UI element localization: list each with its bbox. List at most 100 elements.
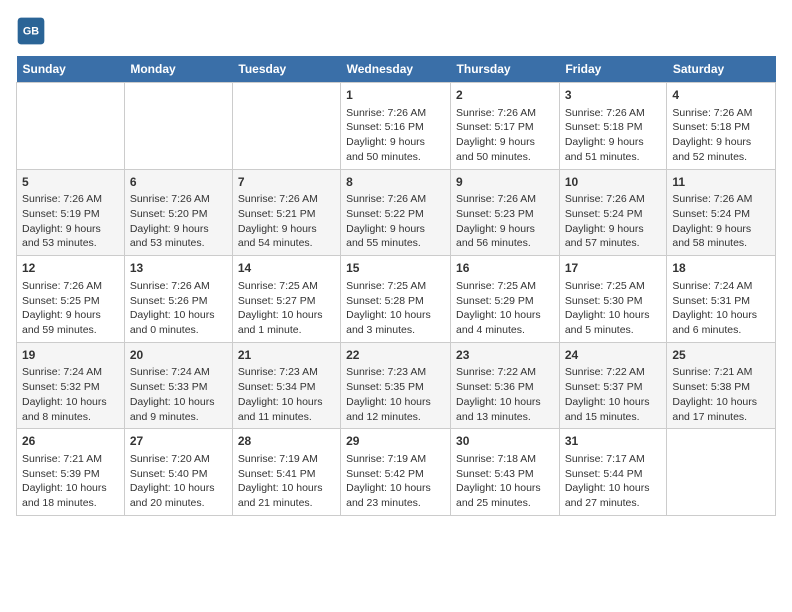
calendar-cell: 28 Sunrise: 7:19 AM Sunset: 5:41 PM Dayli… (232, 429, 340, 516)
day-info: Sunrise: 7:23 AM Sunset: 5:35 PM Dayligh… (346, 365, 445, 424)
day-info: Sunrise: 7:22 AM Sunset: 5:36 PM Dayligh… (456, 365, 554, 424)
weekday-header-friday: Friday (559, 56, 667, 83)
day-info: Sunrise: 7:21 AM Sunset: 5:39 PM Dayligh… (22, 452, 119, 511)
logo-icon: GB (16, 16, 46, 46)
day-info: Sunrise: 7:25 AM Sunset: 5:28 PM Dayligh… (346, 279, 445, 338)
day-number: 16 (456, 260, 554, 277)
calendar-cell: 1 Sunrise: 7:26 AM Sunset: 5:16 PM Daylig… (341, 83, 451, 170)
day-info: Sunrise: 7:26 AM Sunset: 5:17 PM Dayligh… (456, 106, 554, 165)
calendar-cell: 31 Sunrise: 7:17 AM Sunset: 5:44 PM Dayli… (559, 429, 667, 516)
calendar-cell: 23Sunrise: 7:22 AM Sunset: 5:36 PM Dayli… (451, 342, 560, 429)
calendar-cell: 9Sunrise: 7:26 AM Sunset: 5:23 PM Daylig… (451, 169, 560, 256)
day-info: Sunrise: 7:26 AM Sunset: 5:21 PM Dayligh… (238, 192, 335, 251)
day-number: 11 (672, 174, 770, 191)
day-info: Sunrise: 7:25 AM Sunset: 5:29 PM Dayligh… (456, 279, 554, 338)
day-info: Sunrise: 7:26 AM Sunset: 5:24 PM Dayligh… (565, 192, 662, 251)
day-number: 23 (456, 347, 554, 364)
day-number: 31 (565, 433, 662, 450)
day-number: 20 (130, 347, 227, 364)
day-number: 24 (565, 347, 662, 364)
day-number: 7 (238, 174, 335, 191)
day-number: 9 (456, 174, 554, 191)
calendar-cell: 7Sunrise: 7:26 AM Sunset: 5:21 PM Daylig… (232, 169, 340, 256)
calendar-cell: 24Sunrise: 7:22 AM Sunset: 5:37 PM Dayli… (559, 342, 667, 429)
calendar-cell: 4 Sunrise: 7:26 AM Sunset: 5:18 PM Daylig… (667, 83, 776, 170)
calendar-cell: 22Sunrise: 7:23 AM Sunset: 5:35 PM Dayli… (341, 342, 451, 429)
calendar-cell: 13Sunrise: 7:26 AM Sunset: 5:26 PM Dayli… (124, 256, 232, 343)
calendar-cell: 10Sunrise: 7:26 AM Sunset: 5:24 PM Dayli… (559, 169, 667, 256)
day-number: 17 (565, 260, 662, 277)
day-info: Sunrise: 7:24 AM Sunset: 5:31 PM Dayligh… (672, 279, 770, 338)
day-number: 30 (456, 433, 554, 450)
day-info: Sunrise: 7:26 AM Sunset: 5:18 PM Dayligh… (565, 106, 662, 165)
day-info: Sunrise: 7:25 AM Sunset: 5:30 PM Dayligh… (565, 279, 662, 338)
calendar-cell: 11Sunrise: 7:26 AM Sunset: 5:24 PM Dayli… (667, 169, 776, 256)
day-number: 13 (130, 260, 227, 277)
day-number: 8 (346, 174, 445, 191)
calendar-week-5: 26 Sunrise: 7:21 AM Sunset: 5:39 PM Dayli… (17, 429, 776, 516)
calendar-cell: 25Sunrise: 7:21 AM Sunset: 5:38 PM Dayli… (667, 342, 776, 429)
page-header: GB (16, 16, 776, 46)
weekday-header-monday: Monday (124, 56, 232, 83)
day-info: Sunrise: 7:19 AM Sunset: 5:42 PM Dayligh… (346, 452, 445, 511)
svg-text:GB: GB (23, 25, 39, 37)
day-number: 12 (22, 260, 119, 277)
day-number: 29 (346, 433, 445, 450)
day-number: 3 (565, 87, 662, 104)
day-info: Sunrise: 7:26 AM Sunset: 5:23 PM Dayligh… (456, 192, 554, 251)
day-info: Sunrise: 7:26 AM Sunset: 5:18 PM Dayligh… (672, 106, 770, 165)
calendar-table: SundayMondayTuesdayWednesdayThursdayFrid… (16, 56, 776, 516)
day-info: Sunrise: 7:24 AM Sunset: 5:32 PM Dayligh… (22, 365, 119, 424)
logo: GB (16, 16, 50, 46)
day-number: 1 (346, 87, 445, 104)
day-info: Sunrise: 7:22 AM Sunset: 5:37 PM Dayligh… (565, 365, 662, 424)
calendar-cell: 2 Sunrise: 7:26 AM Sunset: 5:17 PM Daylig… (451, 83, 560, 170)
day-info: Sunrise: 7:17 AM Sunset: 5:44 PM Dayligh… (565, 452, 662, 511)
day-number: 21 (238, 347, 335, 364)
day-number: 25 (672, 347, 770, 364)
day-info: Sunrise: 7:26 AM Sunset: 5:16 PM Dayligh… (346, 106, 445, 165)
calendar-cell: 14Sunrise: 7:25 AM Sunset: 5:27 PM Dayli… (232, 256, 340, 343)
day-info: Sunrise: 7:24 AM Sunset: 5:33 PM Dayligh… (130, 365, 227, 424)
calendar-cell (124, 83, 232, 170)
weekday-header-thursday: Thursday (451, 56, 560, 83)
calendar-cell (17, 83, 125, 170)
day-number: 2 (456, 87, 554, 104)
calendar-cell: 21Sunrise: 7:23 AM Sunset: 5:34 PM Dayli… (232, 342, 340, 429)
day-info: Sunrise: 7:26 AM Sunset: 5:25 PM Dayligh… (22, 279, 119, 338)
day-info: Sunrise: 7:26 AM Sunset: 5:20 PM Dayligh… (130, 192, 227, 251)
day-info: Sunrise: 7:26 AM Sunset: 5:19 PM Dayligh… (22, 192, 119, 251)
calendar-week-2: 5Sunrise: 7:26 AM Sunset: 5:19 PM Daylig… (17, 169, 776, 256)
calendar-cell (667, 429, 776, 516)
calendar-cell: 26 Sunrise: 7:21 AM Sunset: 5:39 PM Dayli… (17, 429, 125, 516)
calendar-cell: 15Sunrise: 7:25 AM Sunset: 5:28 PM Dayli… (341, 256, 451, 343)
weekday-header-tuesday: Tuesday (232, 56, 340, 83)
day-number: 14 (238, 260, 335, 277)
calendar-cell: 8Sunrise: 7:26 AM Sunset: 5:22 PM Daylig… (341, 169, 451, 256)
header-row: SundayMondayTuesdayWednesdayThursdayFrid… (17, 56, 776, 83)
day-info: Sunrise: 7:26 AM Sunset: 5:24 PM Dayligh… (672, 192, 770, 251)
calendar-week-3: 12 Sunrise: 7:26 AM Sunset: 5:25 PM Dayli… (17, 256, 776, 343)
day-number: 19 (22, 347, 119, 364)
day-number: 27 (130, 433, 227, 450)
calendar-cell: 29 Sunrise: 7:19 AM Sunset: 5:42 PM Dayli… (341, 429, 451, 516)
day-info: Sunrise: 7:23 AM Sunset: 5:34 PM Dayligh… (238, 365, 335, 424)
day-number: 26 (22, 433, 119, 450)
calendar-week-4: 19Sunrise: 7:24 AM Sunset: 5:32 PM Dayli… (17, 342, 776, 429)
calendar-cell: 17 Sunrise: 7:25 AM Sunset: 5:30 PM Dayli… (559, 256, 667, 343)
day-number: 4 (672, 87, 770, 104)
day-number: 10 (565, 174, 662, 191)
calendar-cell: 6Sunrise: 7:26 AM Sunset: 5:20 PM Daylig… (124, 169, 232, 256)
calendar-cell (232, 83, 340, 170)
day-number: 28 (238, 433, 335, 450)
weekday-header-wednesday: Wednesday (341, 56, 451, 83)
calendar-cell: 18Sunrise: 7:24 AM Sunset: 5:31 PM Dayli… (667, 256, 776, 343)
day-number: 5 (22, 174, 119, 191)
day-number: 22 (346, 347, 445, 364)
day-info: Sunrise: 7:26 AM Sunset: 5:22 PM Dayligh… (346, 192, 445, 251)
calendar-cell: 27Sunrise: 7:20 AM Sunset: 5:40 PM Dayli… (124, 429, 232, 516)
calendar-cell: 3 Sunrise: 7:26 AM Sunset: 5:18 PM Daylig… (559, 83, 667, 170)
day-info: Sunrise: 7:19 AM Sunset: 5:41 PM Dayligh… (238, 452, 335, 511)
day-info: Sunrise: 7:21 AM Sunset: 5:38 PM Dayligh… (672, 365, 770, 424)
calendar-cell: 19Sunrise: 7:24 AM Sunset: 5:32 PM Dayli… (17, 342, 125, 429)
